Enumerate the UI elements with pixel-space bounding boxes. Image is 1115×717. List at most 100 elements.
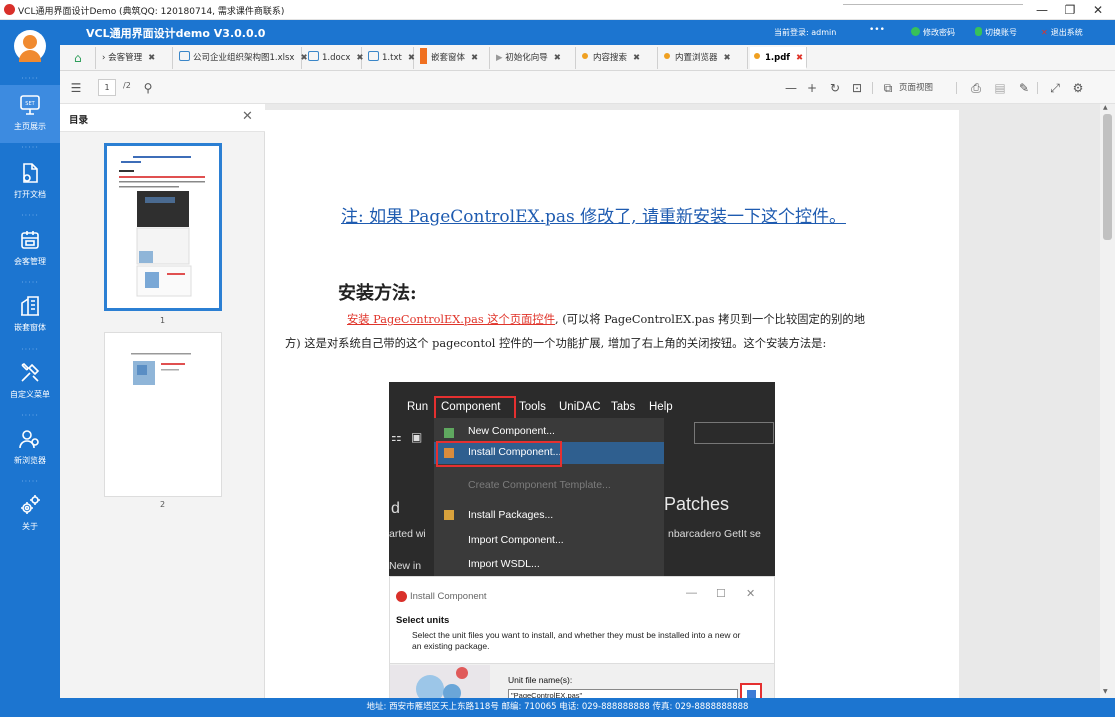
install-dialog-screenshot: Install Component — ☐ ✕ Select units Sel… (389, 576, 775, 698)
sidebar-item-label: 新浏览器 (14, 456, 46, 465)
tab-builtin-browser[interactable]: 内置浏览器 ✖ (660, 47, 748, 69)
dropdown-item: Import Component... (468, 534, 564, 546)
tab-close-icon[interactable]: ✖ (633, 53, 640, 63)
sidebar-item-custom-menu[interactable]: 自定义菜单 (0, 353, 60, 411)
tab-close-icon[interactable]: ✖ (724, 53, 731, 63)
tab-label: 会客管理 (108, 53, 143, 63)
tab-txt[interactable]: 1.txt ✖ (364, 47, 415, 69)
more-button[interactable]: ••• (869, 25, 885, 35)
new-component-icon (444, 428, 454, 438)
dialog-minimize-icon: — (686, 587, 697, 599)
current-login: 当前登录: admin (774, 28, 837, 37)
sidebar-item-home[interactable]: SET 主页展示 (0, 85, 60, 143)
toolbar-divider (1037, 82, 1038, 94)
home-icon: ⌂ (74, 51, 82, 65)
print-icon[interactable]: ⎙ (968, 80, 984, 96)
side-mark: d (391, 500, 400, 517)
status-footer: 地址: 西安市雁塔区天上东路118号 邮编: 710065 电话: 029-88… (0, 698, 1115, 717)
dialog-description: Select the unit files you want to instal… (412, 630, 741, 651)
sidebar-item-about[interactable]: 关于 (0, 485, 60, 543)
tab-close-icon[interactable]: ✖ (148, 53, 155, 63)
tab-org-xlsx[interactable]: 公司企业组织架构图1.xlsx ✖ (175, 47, 308, 69)
tab-pdf[interactable]: 1.pdf ✖ (750, 47, 807, 69)
tab-init-wizard[interactable]: ▶ 初始化向导 ✖ (492, 47, 576, 69)
tab-close-icon[interactable]: ✖ (796, 53, 803, 63)
avatar[interactable] (14, 30, 46, 62)
switch-account-button[interactable]: 切换账号 (975, 27, 1017, 38)
window-title: VCL通用界面设计Demo (典筑QQ: 120180714, 需求课件商联系) (18, 7, 285, 17)
toc-toggle-icon[interactable]: ☰ (68, 80, 84, 96)
settings-icon[interactable]: ⚙ (1070, 80, 1086, 96)
save-icon[interactable]: ▤ (992, 80, 1008, 96)
dialog-maximize-icon: ☐ (716, 588, 726, 600)
edit-icon[interactable]: ✎ (1016, 80, 1032, 96)
page-thumbnail-1[interactable] (104, 143, 222, 311)
scrollbar-thumb[interactable] (1103, 114, 1112, 240)
logout-button[interactable]: ✕ 退出系统 (1041, 27, 1083, 38)
orange-dot-icon (754, 53, 760, 59)
zoom-in-button[interactable]: + (804, 80, 820, 96)
scroll-up-icon[interactable]: ▲ (1103, 104, 1108, 111)
page-view-label[interactable]: 页面视图 (899, 81, 933, 93)
tab-close-icon[interactable]: ✖ (554, 53, 561, 63)
sidebar-item-browser[interactable]: 新浏览器 (0, 419, 60, 477)
scroll-down-icon[interactable]: ▼ (1103, 688, 1108, 695)
tab-nested-form[interactable]: 嵌套窗体 ✖ (416, 47, 490, 69)
page-number-input[interactable]: 1 (98, 79, 116, 96)
close-window-button[interactable]: ✕ (1087, 1, 1109, 19)
zoom-out-button[interactable]: — (783, 80, 799, 96)
left-sidebar: ····· SET 主页展示 ····· 打开文档 ····· 会客管理 ···… (0, 20, 60, 698)
thumbnail-preview (131, 353, 191, 385)
tab-home[interactable]: ⌂ (70, 47, 96, 69)
toc-close-icon[interactable]: ✕ (242, 109, 253, 124)
thumbnail-preview (119, 156, 205, 297)
pdf-viewport[interactable]: 注: 如果 PageControlEX.pas 修改了, 请重新安装一下这个控件… (265, 104, 1100, 698)
page-view-icon[interactable]: ⧉ (880, 80, 896, 96)
tab-docx[interactable]: 1.docx ✖ (304, 47, 364, 69)
building-icon (21, 296, 39, 316)
dialog-art (390, 665, 490, 698)
minimize-button[interactable]: — (1031, 1, 1053, 19)
tab-close-icon[interactable]: ✖ (356, 53, 363, 63)
sidebar-item-open-doc[interactable]: 打开文档 (0, 153, 60, 211)
maximize-button[interactable]: ❐ (1059, 1, 1081, 19)
dialog-close-icon: ✕ (746, 588, 756, 600)
dialog-heading: Select units (396, 615, 450, 626)
menu-highlight-box (434, 396, 516, 420)
sidebar-separator: ····· (21, 143, 39, 152)
tab-label: 内容搜索 (593, 53, 628, 63)
tab-visitors[interactable]: › 会客管理 ✖ (98, 47, 173, 69)
install-link[interactable]: 安装 PageControlEX.pas 这个页面控件 (347, 313, 555, 326)
browse-button-highlight (740, 683, 762, 698)
page-thumbnail-2[interactable] (104, 332, 222, 497)
pdf-page: 注: 如果 PageControlEX.pas 修改了, 请重新安装一下这个控件… (265, 110, 959, 698)
vertical-scrollbar[interactable]: ▲ ▼ (1100, 104, 1115, 698)
tools-icon (21, 363, 40, 382)
toc-panel: 目录 ✕ 1 2 (60, 104, 265, 698)
file-icon (179, 51, 190, 61)
unit-file-label: Unit file name(s): (508, 675, 573, 685)
tab-content-search[interactable]: 内容搜索 ✖ (578, 47, 658, 69)
thumbnail-number: 1 (159, 316, 166, 325)
users-icon (19, 430, 39, 449)
sidebar-item-nested-form[interactable]: 嵌套窗体 (0, 286, 60, 344)
fit-page-icon[interactable]: ⊡ (849, 80, 865, 96)
tab-label: 内置浏览器 (675, 53, 718, 63)
sidebar-item-label: 嵌套窗体 (14, 323, 46, 332)
toolbar-divider (956, 82, 957, 94)
ide-toolbar-icon: ▣ (411, 430, 423, 444)
search-icon[interactable]: ⚲ (140, 80, 156, 96)
ide-menu-item: Help (649, 401, 673, 413)
app-header: VCL通用界面设计demo V3.0.0.0 当前登录: admin ••• 修… (60, 20, 1115, 45)
change-password-button[interactable]: 修改密码 (911, 27, 955, 38)
dropdown-item: Create Component Template... (468, 479, 611, 491)
tab-close-icon[interactable]: ✖ (471, 53, 478, 63)
rotate-icon[interactable]: ↻ (827, 80, 843, 96)
app-title: VCL通用界面设计demo V3.0.0.0 (86, 27, 266, 40)
os-title-bar: VCL通用界面设计Demo (典筑QQ: 120180714, 需求课件商联系)… (0, 0, 1115, 20)
ide-menu-item: Tabs (611, 401, 636, 413)
sidebar-item-visitors[interactable]: 会客管理 (0, 220, 60, 278)
fullscreen-icon[interactable]: ⤢ (1047, 80, 1063, 96)
tab-close-icon[interactable]: ✖ (408, 53, 415, 63)
dropdown-item: Import WSDL... (468, 558, 540, 570)
